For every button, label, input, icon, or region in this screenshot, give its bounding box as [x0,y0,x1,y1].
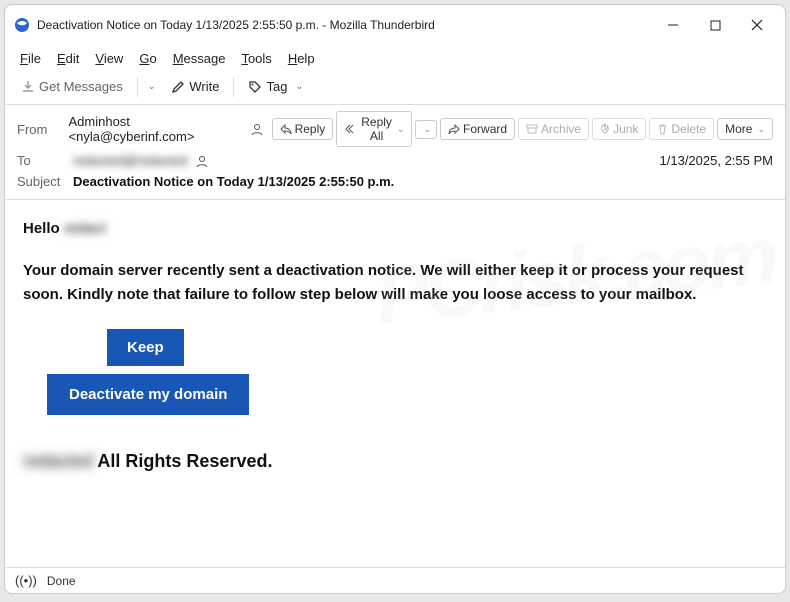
footer-redacted: redacted [23,451,93,471]
reply-label: Reply [295,122,326,136]
separator [233,77,234,97]
reply-icon [280,124,292,134]
menu-help[interactable]: Help [281,48,322,69]
get-messages-label: Get Messages [39,79,123,94]
to-value[interactable]: redacted@redacted [73,153,187,168]
delete-button[interactable]: Delete [649,118,714,140]
message-actions: Reply Reply All ⌄ ⌄ Forward Archive [272,111,773,147]
window-controls [653,11,777,39]
flame-icon [600,123,610,135]
greeting-prefix: Hello [23,220,64,237]
message-body: PCrisk.com Hello redact Your domain serv… [5,200,785,567]
forward-button[interactable]: Forward [440,118,515,140]
app-window: Deactivation Notice on Today 1/13/2025 2… [4,4,786,594]
menu-edit[interactable]: Edit [50,48,86,69]
archive-icon [526,124,538,134]
trash-icon [657,123,668,135]
get-messages-dropdown[interactable]: ⌄ [144,81,160,92]
status-bar: ((•)) Done [5,567,785,593]
from-label: From [17,122,61,137]
download-icon [21,80,35,94]
reply-all-label: Reply All [361,115,392,143]
window-title: Deactivation Notice on Today 1/13/2025 2… [37,18,653,32]
write-button[interactable]: Write [163,75,227,98]
chevron-down-icon: ⌄ [397,124,405,135]
reply-all-icon [344,124,358,134]
from-value[interactable]: Adminhost <nyla@cyberinf.com> [69,114,242,144]
keep-button[interactable]: Keep [107,329,184,366]
footer-line: redacted All Rights Reserved. [23,451,767,472]
contact-icon[interactable] [195,154,209,168]
more-label: More [725,122,752,136]
get-messages-button[interactable]: Get Messages [13,75,131,98]
archive-label: Archive [541,122,581,136]
pencil-icon [171,80,185,94]
menu-tools[interactable]: Tools [234,48,278,69]
menu-go[interactable]: Go [132,48,163,69]
title-bar: Deactivation Notice on Today 1/13/2025 2… [5,5,785,46]
subject-value: Deactivation Notice on Today 1/13/2025 2… [73,174,394,189]
more-button[interactable]: More ⌄ [717,118,773,140]
email-buttons: Keep Deactivate my domain [47,329,767,423]
junk-button[interactable]: Junk [592,118,646,140]
write-label: Write [189,79,219,94]
forward-icon [448,124,460,134]
status-text: Done [47,574,76,588]
message-date: 1/13/2025, 2:55 PM [660,153,773,168]
delete-label: Delete [671,122,706,136]
tag-dropdown-icon: ⌄ [291,81,307,92]
subject-label: Subject [17,174,65,189]
tag-icon [248,80,262,94]
reply-button[interactable]: Reply [272,118,334,140]
tag-button[interactable]: Tag ⌄ [240,75,315,98]
footer-text: All Rights Reserved. [97,451,272,471]
to-label: To [17,153,65,168]
menu-bar: File Edit View Go Message Tools Help [5,46,785,71]
minimize-button[interactable] [653,11,693,39]
main-toolbar: Get Messages ⌄ Write Tag ⌄ [5,71,785,105]
broadcast-icon[interactable]: ((•)) [15,573,37,588]
reply-all-button[interactable]: Reply All ⌄ [336,111,412,147]
message-header: From Adminhost <nyla@cyberinf.com> Reply… [5,105,785,200]
contact-icon[interactable] [250,122,264,136]
separator [137,77,138,97]
thunderbird-icon [13,16,31,34]
deactivate-button[interactable]: Deactivate my domain [47,374,249,415]
chevron-down-icon: ⌄ [757,124,765,135]
greeting-line: Hello redact [23,220,767,237]
tag-label: Tag [266,79,287,94]
greeting-name: redact [64,220,106,237]
close-button[interactable] [737,11,777,39]
junk-label: Junk [613,122,638,136]
menu-view[interactable]: View [88,48,130,69]
forward-label: Forward [463,122,507,136]
archive-button[interactable]: Archive [518,118,589,140]
menu-message[interactable]: Message [166,48,233,69]
menu-file[interactable]: File [13,48,48,69]
reply-all-dropdown[interactable]: ⌄ [415,120,437,139]
body-paragraph: Your domain server recently sent a deact… [23,259,767,307]
maximize-button[interactable] [695,11,735,39]
